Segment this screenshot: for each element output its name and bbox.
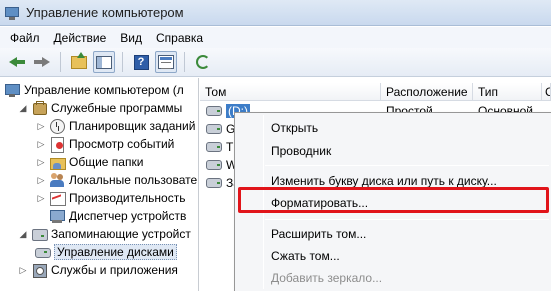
column-header-type[interactable]: Тип bbox=[473, 83, 542, 101]
column-header-status[interactable]: С bbox=[542, 83, 551, 101]
drive-icon bbox=[206, 106, 222, 116]
tree-item-label: Диспетчер устройств bbox=[69, 209, 187, 223]
tree-item-label: Службы и приложения bbox=[51, 263, 178, 277]
toolbar-separator bbox=[184, 52, 185, 72]
back-icon bbox=[9, 56, 25, 68]
show-hide-tree-icon bbox=[96, 55, 112, 69]
expand-arrow-icon[interactable]: ▷ bbox=[18, 265, 28, 275]
drive-icon bbox=[206, 178, 222, 188]
tree-item-disk-management[interactable]: Управление дисками bbox=[34, 243, 177, 261]
tree-item-performance[interactable]: ▷ Производительность bbox=[36, 189, 185, 207]
properties-button[interactable] bbox=[155, 51, 177, 73]
tree-item-label: Планировщик заданий bbox=[69, 119, 196, 133]
column-header-volume[interactable]: Том bbox=[200, 83, 381, 101]
tree-item-label: Общие папки bbox=[69, 155, 144, 169]
computer-icon bbox=[4, 82, 20, 98]
menu-item-open[interactable]: Открыть bbox=[271, 118, 318, 138]
menu-item-add-mirror: Добавить зеркало... bbox=[271, 271, 383, 285]
forward-icon bbox=[34, 56, 50, 68]
title-bar: Управление компьютером bbox=[0, 0, 551, 26]
clock-icon bbox=[49, 118, 65, 134]
tree-item-device-manager[interactable]: Диспетчер устройств bbox=[49, 207, 186, 225]
refresh-icon bbox=[196, 55, 210, 69]
drive-icon bbox=[206, 124, 222, 134]
help-button[interactable]: ? bbox=[130, 51, 152, 73]
collapse-arrow-icon[interactable]: ◢ bbox=[18, 103, 28, 113]
expand-arrow-icon[interactable]: ▷ bbox=[36, 175, 46, 185]
collapse-arrow-icon[interactable]: ◢ bbox=[18, 229, 28, 239]
up-folder-icon bbox=[71, 51, 87, 69]
highlight-box bbox=[238, 187, 549, 213]
menu-file[interactable]: Файл bbox=[3, 31, 47, 45]
refresh-button[interactable] bbox=[192, 51, 214, 73]
menu-separator bbox=[265, 219, 549, 220]
users-icon bbox=[49, 172, 65, 188]
forward-button[interactable] bbox=[31, 51, 53, 73]
toolbar-separator bbox=[122, 52, 123, 72]
window-title: Управление компьютером bbox=[26, 5, 184, 20]
tree-item-shared-folders[interactable]: ▷ Общие папки bbox=[36, 153, 143, 171]
shared-folder-icon bbox=[49, 154, 66, 170]
show-hide-tree-button[interactable] bbox=[93, 51, 115, 73]
drive-icon bbox=[206, 142, 222, 152]
menu-help[interactable]: Справка bbox=[149, 31, 210, 45]
tree-item-label: Локальные пользовате bbox=[69, 173, 198, 187]
expand-arrow-icon[interactable]: ▷ bbox=[36, 157, 46, 167]
tree-item-root[interactable]: Управление компьютером (л bbox=[4, 81, 184, 99]
toolbar: ? bbox=[0, 48, 551, 77]
tree-item-label: Служебные программы bbox=[51, 101, 183, 115]
event-log-icon bbox=[49, 136, 65, 153]
up-folder-button[interactable] bbox=[68, 51, 90, 73]
navigation-tree: Управление компьютером (л ◢ Служебные пр… bbox=[0, 78, 199, 291]
tree-item-storage[interactable]: ◢ Запоминающие устройст bbox=[18, 225, 191, 243]
tree-item-label: Просмотр событий bbox=[69, 137, 175, 151]
tree-item-label: Запоминающие устройст bbox=[51, 227, 191, 241]
computer-management-icon bbox=[4, 5, 20, 21]
menu-item-shrink[interactable]: Сжать том... bbox=[271, 246, 340, 266]
tree-item-task-scheduler[interactable]: ▷ Планировщик заданий bbox=[36, 117, 195, 135]
performance-icon bbox=[49, 190, 66, 206]
device-manager-icon bbox=[49, 208, 65, 224]
menu-item-explore[interactable]: Проводник bbox=[271, 141, 331, 161]
tree-item-local-users[interactable]: ▷ Локальные пользовате bbox=[36, 171, 197, 189]
expand-arrow-icon[interactable]: ▷ bbox=[36, 139, 46, 149]
toolbar-separator bbox=[60, 52, 61, 72]
services-icon bbox=[31, 262, 47, 278]
properties-icon bbox=[158, 55, 174, 69]
menu-item-extend[interactable]: Расширить том... bbox=[271, 224, 366, 244]
tree-item-label: Производительность bbox=[69, 191, 186, 205]
menu-view[interactable]: Вид bbox=[113, 31, 149, 45]
disk-icon bbox=[34, 244, 51, 260]
drive-icon bbox=[206, 160, 222, 170]
tree-item-label: Управление компьютером (л bbox=[24, 83, 184, 97]
help-icon: ? bbox=[133, 54, 149, 70]
tree-item-system-tools[interactable]: ◢ Служебные программы bbox=[18, 99, 182, 117]
tree-item-event-viewer[interactable]: ▷ Просмотр событий bbox=[36, 135, 174, 153]
expand-arrow-icon[interactable]: ▷ bbox=[36, 121, 46, 131]
back-button[interactable] bbox=[6, 51, 28, 73]
menu-separator bbox=[265, 165, 549, 166]
toolbox-icon bbox=[31, 100, 47, 116]
menu-bar: Файл Действие Вид Справка bbox=[0, 27, 551, 48]
storage-icon bbox=[31, 226, 48, 242]
tree-item-label: Управление дисками bbox=[54, 244, 177, 260]
expand-arrow-icon[interactable]: ▷ bbox=[36, 193, 46, 203]
column-header-layout[interactable]: Расположение bbox=[381, 83, 473, 101]
menu-action[interactable]: Действие bbox=[47, 31, 114, 45]
tree-item-services-apps[interactable]: ▷ Службы и приложения bbox=[18, 261, 178, 279]
